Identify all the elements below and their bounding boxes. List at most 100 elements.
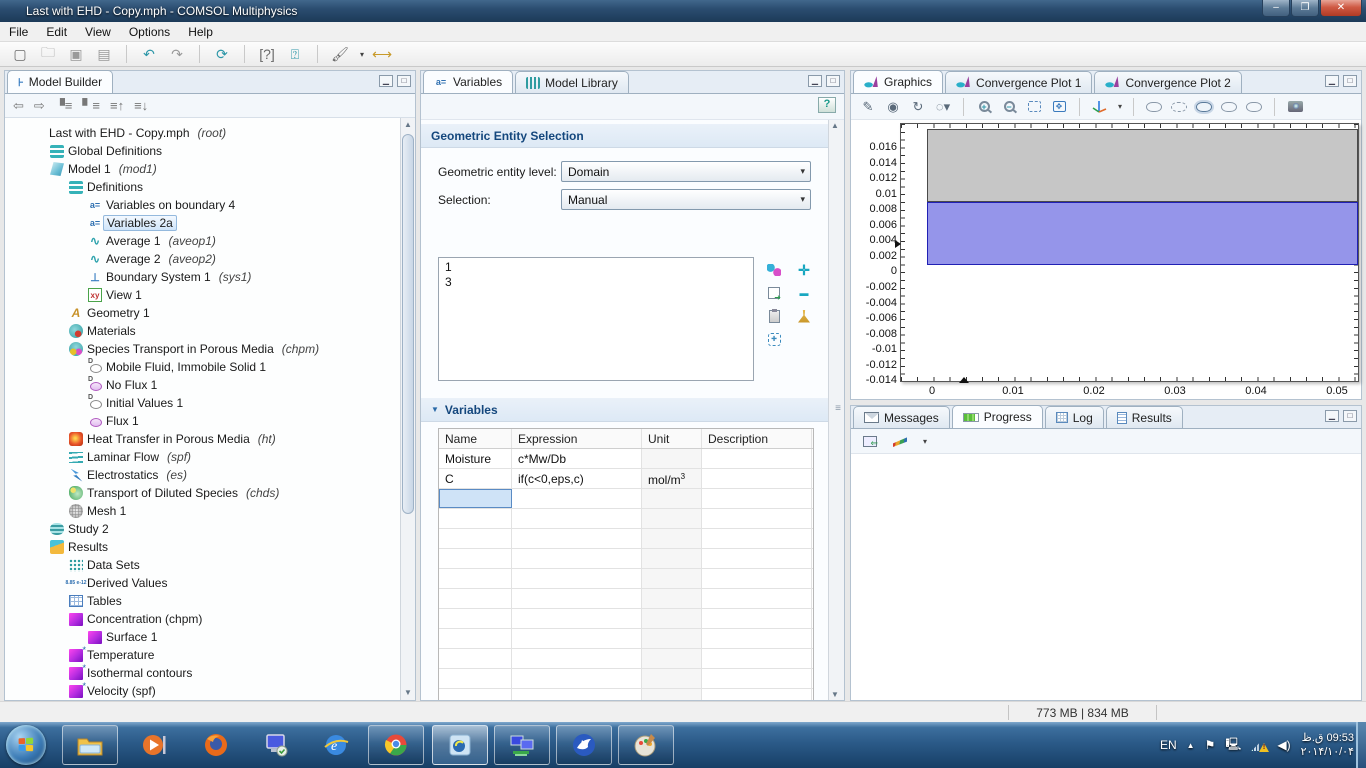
tree-item[interactable]: Concentration (chpm) <box>5 610 400 628</box>
clear-plot-icon[interactable]: 🖌 <box>330 44 350 64</box>
minimize-button[interactable]: – <box>1262 0 1290 17</box>
tree-item[interactable]: AGeometry 1 <box>5 304 400 322</box>
tree-item[interactable]: Species Transport in Porous Media(chpm) <box>5 340 400 358</box>
cell-unit[interactable] <box>642 449 702 468</box>
cell-description[interactable] <box>702 469 812 488</box>
add-to-selection-icon[interactable]: ✛ <box>793 259 815 281</box>
panel-minimize-icon[interactable]: ▁ <box>379 75 393 87</box>
table-empty-row[interactable] <box>439 649 813 669</box>
zoom-to-selection-icon[interactable] <box>763 328 785 350</box>
redo-icon[interactable]: ↷ <box>167 44 187 64</box>
table-empty-row[interactable] <box>439 489 813 509</box>
tree-scrollbar[interactable]: ▲ ▼ <box>400 118 415 700</box>
remove-from-selection-icon[interactable]: ▬ <box>793 282 815 304</box>
variables-section-header[interactable]: ▼ Variables <box>421 398 828 422</box>
cell-expression[interactable] <box>512 489 642 508</box>
panel-maximize-icon[interactable]: □ <box>1343 410 1357 422</box>
cell-name[interactable] <box>439 689 512 700</box>
documentation-icon[interactable]: ⍰ <box>285 44 305 64</box>
zoom-in-icon[interactable]: + <box>975 98 993 116</box>
cell-name[interactable] <box>439 589 512 608</box>
tree-item[interactable]: Mesh 1 <box>5 502 400 520</box>
cell-description[interactable] <box>702 569 812 588</box>
show-more-options-icon[interactable]: ▘≡ <box>82 98 100 114</box>
model-builder-tab[interactable]: ⊦ Model Builder <box>7 70 113 93</box>
hide-object-icon[interactable]: ✎ <box>859 98 877 116</box>
scroll-up-icon[interactable]: ▲ <box>831 121 839 130</box>
cell-description[interactable] <box>702 649 812 668</box>
cell-expression[interactable] <box>512 629 642 648</box>
cell-name[interactable] <box>439 609 512 628</box>
panel-maximize-icon[interactable]: □ <box>397 75 411 87</box>
detach-window-icon[interactable] <box>861 432 879 450</box>
table-empty-row[interactable] <box>439 569 813 589</box>
tree-item[interactable]: Surface 1 <box>5 628 400 646</box>
menu-options[interactable]: Options <box>120 23 179 41</box>
tree-item[interactable]: Velocity (spf) <box>5 682 400 700</box>
cell-unit[interactable]: mol/m3 <box>642 469 702 488</box>
zoom-out-icon[interactable]: − <box>1000 98 1018 116</box>
color-settings-icon[interactable] <box>891 432 909 450</box>
tree-item[interactable]: Last with EHD - Copy.mph(root) <box>5 124 400 142</box>
clear-plot-dropdown-icon[interactable]: ▾ <box>360 50 364 59</box>
tree-item[interactable]: No Flux 1 <box>5 376 400 394</box>
help-icon[interactable]: [?] <box>257 44 277 64</box>
cell-unit[interactable] <box>642 669 702 688</box>
cell-expression[interactable] <box>512 609 642 628</box>
tree-item[interactable]: Laminar Flow(spf) <box>5 448 400 466</box>
cell-name[interactable] <box>439 629 512 648</box>
cell-description[interactable] <box>702 669 812 688</box>
cell-description[interactable] <box>702 509 812 528</box>
cell-expression[interactable] <box>512 669 642 688</box>
network-warning-icon[interactable] <box>1251 739 1267 751</box>
cell-description[interactable] <box>702 449 812 468</box>
cell-unit[interactable] <box>642 549 702 568</box>
collapse-all-icon[interactable]: ▝≡ <box>55 98 73 114</box>
geometry-domain-selected[interactable] <box>927 202 1358 265</box>
scroll-down-icon[interactable]: ▼ <box>831 690 839 699</box>
table-empty-row[interactable] <box>439 549 813 569</box>
taskbar-windows-explorer[interactable] <box>62 725 118 765</box>
tree-item[interactable]: Definitions <box>5 178 400 196</box>
tree-item[interactable]: Heat Transfer in Porous Media(ht) <box>5 430 400 448</box>
plot-frame[interactable] <box>900 123 1359 382</box>
cell-unit[interactable] <box>642 649 702 668</box>
cell-description[interactable] <box>702 589 812 608</box>
taskbar-firefox[interactable] <box>188 725 244 765</box>
menu-help[interactable]: Help <box>179 23 222 41</box>
view-options-icon[interactable]: ◌▾ <box>934 98 952 116</box>
show-desktop-button[interactable] <box>1356 722 1366 768</box>
entity-level-dropdown[interactable]: Domain <box>561 161 811 182</box>
menu-edit[interactable]: Edit <box>37 23 76 41</box>
clock[interactable]: 09:53 ق.ظ ۲۰۱۴/۱۰/۰۴ <box>1301 731 1354 759</box>
rotate-icon[interactable]: ↻ <box>909 98 927 116</box>
new-icon[interactable]: ▢ <box>10 44 30 64</box>
hidden-icons-icon[interactable]: ▲ <box>1187 741 1195 750</box>
visibility-icon[interactable]: ◉ <box>884 98 902 116</box>
select-mode-3-icon[interactable] <box>1195 98 1213 116</box>
cell-description[interactable] <box>702 549 812 568</box>
cell-unit[interactable] <box>642 509 702 528</box>
cell-expression[interactable] <box>512 689 642 700</box>
taskbar-chrome[interactable] <box>368 725 424 765</box>
tab-progress[interactable]: Progress <box>952 405 1043 428</box>
tree-item[interactable]: Tables <box>5 592 400 610</box>
cell-name[interactable]: Moisture <box>439 449 512 468</box>
cell-description[interactable] <box>702 689 812 700</box>
move-up-icon[interactable]: ≡↑ <box>110 98 124 113</box>
cell-description[interactable] <box>702 489 812 508</box>
cell-name[interactable] <box>439 489 512 508</box>
cell-unit[interactable] <box>642 589 702 608</box>
table-row[interactable]: Cif(c<0,eps,c)mol/m3 <box>439 469 813 489</box>
tree-item[interactable]: Materials <box>5 322 400 340</box>
cell-expression[interactable] <box>512 649 642 668</box>
panel-minimize-icon[interactable]: ▁ <box>1325 75 1339 87</box>
table-empty-row[interactable] <box>439 529 813 549</box>
tree-item[interactable]: Global Definitions <box>5 142 400 160</box>
cell-name[interactable] <box>439 649 512 668</box>
selected-entities-listbox[interactable]: 13 <box>438 257 754 381</box>
tree-item[interactable]: Transport of Diluted Species(chds) <box>5 484 400 502</box>
restore-button[interactable]: ❐ <box>1291 0 1319 17</box>
panel-minimize-icon[interactable]: ▁ <box>1325 410 1339 422</box>
move-down-icon[interactable]: ≡↓ <box>134 98 148 113</box>
